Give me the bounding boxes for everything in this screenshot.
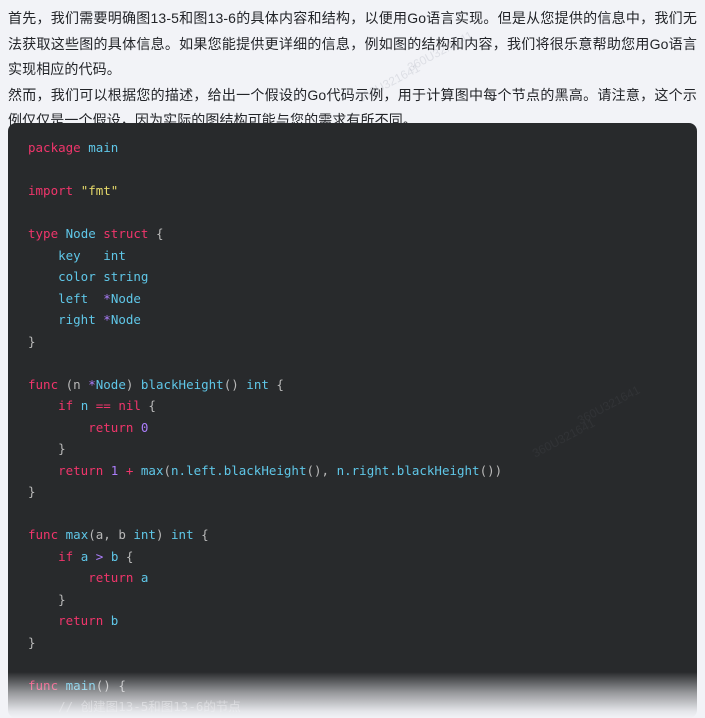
- code-token: *: [103, 312, 111, 327]
- code-token: string: [103, 269, 149, 284]
- code-token: nil: [118, 398, 141, 413]
- code-token: n: [80, 398, 96, 413]
- code-content: package main import "fmt" type Node stru…: [8, 123, 697, 718]
- code-token: color: [58, 269, 96, 284]
- code-token: right: [58, 312, 96, 327]
- code-token: (): [223, 376, 247, 392]
- code-token: main: [88, 140, 119, 155]
- code-token: {: [118, 548, 134, 564]
- code-token: {: [118, 677, 126, 693]
- code-token: return: [58, 462, 111, 478]
- code-token: if: [58, 548, 81, 564]
- code-token: max: [65, 527, 89, 542]
- code-token: {: [268, 376, 284, 392]
- code-token: main: [65, 677, 96, 693]
- code-token: (a, b: [88, 527, 134, 542]
- code-token: *: [103, 290, 111, 306]
- code-token: Node: [65, 226, 104, 241]
- answer-paragraph-1: 首先，我们需要明确图13-5和图13-6的具体内容和结构，以便用Go语言实现。但…: [8, 10, 697, 77]
- code-token: n.left.blackHeight: [171, 462, 307, 478]
- code-token: func: [28, 527, 66, 542]
- code-token: b: [110, 613, 119, 628]
- code-token: int: [103, 247, 126, 263]
- code-token: a: [80, 548, 96, 564]
- code-token: *: [88, 376, 96, 392]
- code-token: n.right.blackHeight: [336, 462, 480, 478]
- code-token: func: [28, 376, 66, 392]
- code-token: max: [140, 462, 164, 478]
- code-token: Node: [110, 312, 141, 327]
- code-token: int: [171, 527, 194, 542]
- assistant-answer-text: 首先，我们需要明确图13-5和图13-6的具体内容和结构，以便用Go语言实现。但…: [0, 0, 705, 134]
- code-token: "fmt": [80, 183, 119, 198]
- code-token: (),: [306, 462, 337, 478]
- code-token: }: [28, 441, 66, 456]
- code-token: (): [95, 677, 119, 693]
- code-token: }: [28, 634, 36, 650]
- code-token: struct: [103, 226, 156, 241]
- code-token: a: [140, 570, 149, 585]
- code-token: }: [28, 484, 36, 499]
- code-token: ): [125, 376, 141, 392]
- code-scroll-area[interactable]: package main import "fmt" type Node stru…: [8, 123, 697, 718]
- code-token: left: [58, 290, 89, 306]
- code-token: return: [58, 613, 111, 628]
- code-token: }: [28, 591, 66, 607]
- code-token: package: [28, 140, 89, 155]
- code-token: +: [118, 462, 141, 478]
- code-token: int: [133, 527, 156, 542]
- code-token: (: [163, 462, 172, 478]
- code-token: }: [28, 333, 36, 349]
- code-token: func: [28, 677, 66, 693]
- code-token: Node: [95, 376, 126, 392]
- code-token: import: [28, 183, 81, 198]
- code-token: 0: [140, 419, 149, 435]
- code-block[interactable]: package main import "fmt" type Node stru…: [8, 123, 697, 718]
- code-token: type: [28, 226, 66, 241]
- code-token: Node: [110, 290, 141, 306]
- code-token: return: [88, 419, 141, 435]
- code-token: ()): [479, 462, 503, 478]
- code-token: (n: [65, 376, 89, 392]
- code-token: int: [246, 376, 269, 392]
- code-token: {: [140, 398, 156, 413]
- code-token: {: [193, 527, 209, 542]
- code-token: ==: [95, 398, 119, 413]
- code-token: return: [88, 570, 141, 585]
- code-token: key: [58, 247, 81, 263]
- code-token: if: [58, 398, 81, 413]
- code-token: {: [155, 226, 164, 241]
- code-token: // 创建图13-5和图13-6的节点: [28, 699, 241, 714]
- code-token: >: [95, 548, 111, 564]
- code-token: blackHeight: [140, 376, 224, 392]
- code-token: ): [155, 527, 172, 542]
